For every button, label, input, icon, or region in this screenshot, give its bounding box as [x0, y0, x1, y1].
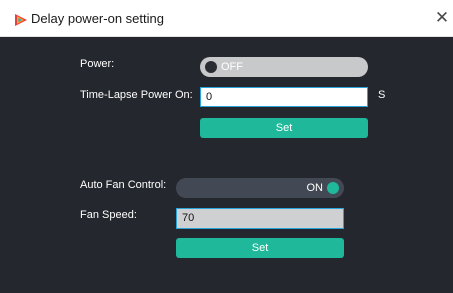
- timelapse-set-button[interactable]: Set: [200, 118, 368, 138]
- toggle-knob: [327, 182, 339, 194]
- auto-fan-label: Auto Fan Control:: [80, 179, 167, 191]
- app-logo-icon: [15, 14, 27, 26]
- fan-speed-label: Fan Speed:: [80, 209, 137, 221]
- timelapse-label: Time-Lapse Power On:: [80, 89, 193, 101]
- dialog-title: Delay power-on setting: [31, 11, 164, 26]
- title-bar: Delay power-on setting ✕: [0, 0, 453, 37]
- auto-fan-toggle[interactable]: ON: [176, 178, 344, 198]
- timelapse-input[interactable]: [200, 87, 368, 107]
- power-state-text: OFF: [221, 61, 243, 73]
- fan-speed-set-button[interactable]: Set: [176, 238, 344, 258]
- delay-power-on-dialog: Delay power-on setting ✕ Power: OFF Time…: [0, 0, 453, 293]
- power-label: Power:: [80, 58, 115, 70]
- toggle-knob: [205, 61, 217, 73]
- auto-fan-state-text: ON: [306, 182, 324, 194]
- close-icon[interactable]: ✕: [433, 7, 451, 29]
- fan-speed-field: 70: [176, 208, 344, 229]
- timelapse-unit: S: [378, 89, 386, 101]
- settings-panel: Power: OFF Time-Lapse Power On: S Set Au…: [0, 37, 453, 293]
- power-toggle[interactable]: OFF: [200, 57, 368, 77]
